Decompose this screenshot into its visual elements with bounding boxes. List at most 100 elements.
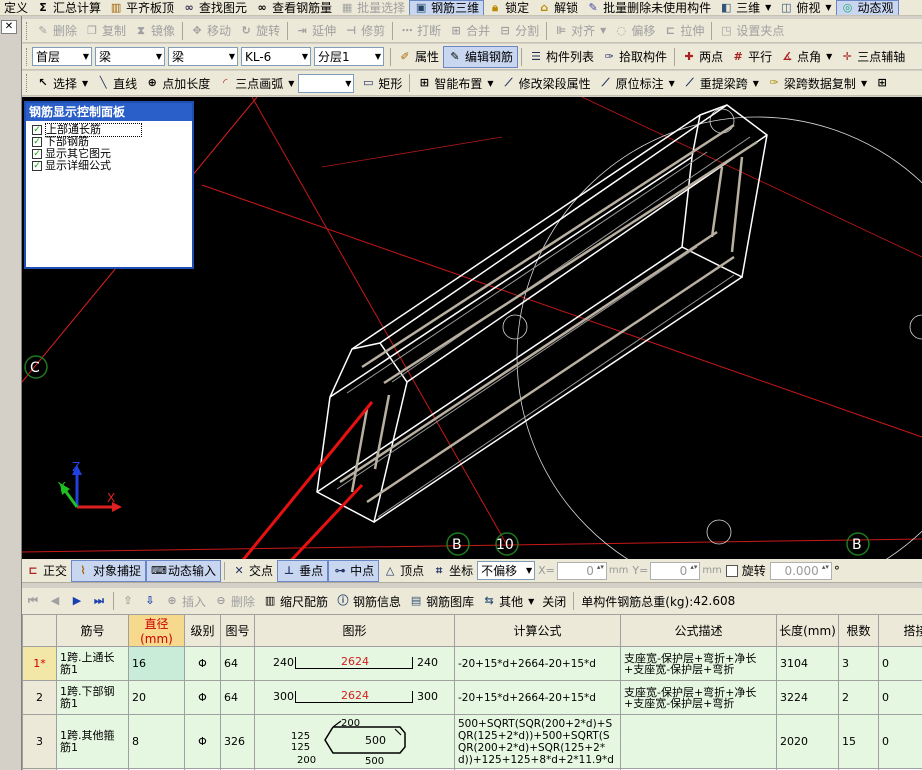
header-length[interactable]: 长度(mm) (776, 614, 839, 647)
cell-shape-no[interactable]: 326 (220, 714, 255, 769)
summary-calc-button[interactable]: Σ 汇总计算 (32, 0, 105, 16)
rebar-library-button[interactable]: ▤ 钢筋图库 (405, 590, 478, 612)
last-record-button[interactable]: ⏭ (88, 590, 110, 612)
delete-button[interactable]: ✎ 删除 (32, 20, 81, 42)
two-point-button[interactable]: ✚ 两点 (678, 46, 727, 68)
cell-lap[interactable]: 0 (878, 680, 922, 715)
rectangle-button[interactable]: ▭ 矩形 (357, 72, 406, 94)
split-button[interactable]: ⊟ 分割 (494, 20, 543, 42)
cell-shape-no[interactable]: 64 (220, 680, 255, 715)
coordinate-snap-button[interactable]: ⌗ 坐标 (428, 560, 477, 582)
cell-diameter[interactable]: 20 (128, 680, 185, 715)
close-icon[interactable]: ✕ (1, 20, 17, 34)
vertex-snap-button[interactable]: △ 顶点 (379, 560, 428, 582)
break-button[interactable]: ⋯ 打断 (396, 20, 445, 42)
ortho-button[interactable]: ⊏ 正交 (22, 560, 71, 582)
floor-select[interactable]: 首层 ▼ (32, 47, 92, 66)
object-snap-button[interactable]: ⌇ 对象捕捉 (71, 559, 147, 582)
set-grip-button[interactable]: ◳ 设置夹点 (715, 20, 788, 42)
first-record-button[interactable]: ⏮ (22, 590, 44, 612)
cell-lap[interactable]: 0 (878, 714, 922, 769)
edit-rebar-button[interactable]: ✎ 编辑钢筋 (443, 45, 519, 68)
cell-shape[interactable]: 200 125 125 500 200 500 (254, 714, 455, 769)
toolbar-grip[interactable] (26, 74, 29, 92)
cell-bar-name[interactable]: 1跨.上通长筋1 (56, 646, 129, 681)
header-grade[interactable]: 级别 (184, 614, 221, 647)
cell-shape[interactable]: 300 2624 300 (254, 680, 455, 715)
in-situ-label-dropdown[interactable]: ⟋ 原位标注 ▼ (595, 72, 679, 94)
category-select[interactable]: 梁 ▼ (95, 47, 165, 66)
header-lap[interactable]: 搭接 (878, 614, 922, 647)
next-record-button[interactable]: ▶ (66, 590, 88, 612)
pick-element-button[interactable]: ✑ 拾取构件 (598, 46, 671, 68)
cell-formula-desc[interactable]: 支座宽-保护层+弯折+净长+支座宽-保护层+弯折 (620, 646, 777, 681)
header-bar-no[interactable]: 筋号 (56, 614, 129, 647)
three-point-aux-axis-button[interactable]: ✛ 三点辅轴 (836, 46, 909, 68)
move-up-button[interactable]: ⇧ (117, 590, 139, 612)
point-length-button[interactable]: ⊕ 点加长度 (141, 72, 214, 94)
delete-row-button[interactable]: ⊖ 删除 (210, 590, 259, 612)
extend-button[interactable]: ⇥ 延伸 (291, 20, 340, 42)
point-angle-dropdown[interactable]: ∡ 点角 ▼ (776, 46, 836, 68)
three-point-arc-dropdown[interactable]: ◜ 三点画弧 ▼ (214, 72, 298, 94)
line-button[interactable]: ╲ 直线 (92, 72, 141, 94)
cell-count[interactable]: 15 (838, 714, 879, 769)
element-list-button[interactable]: ☰ 构件列表 (525, 46, 598, 68)
find-element-button[interactable]: ∞ 查找图元 (178, 0, 251, 16)
cell-formula[interactable]: 500+SQRT(SQR(200+2*d)+SQR(125+2*d))+500+… (454, 714, 621, 769)
header-count[interactable]: 根数 (838, 614, 879, 647)
unlock-button[interactable]: ⌂ 解锁 (533, 0, 582, 16)
cell-shape-no[interactable]: 64 (220, 646, 255, 681)
rotate-input[interactable]: 0.000 (769, 561, 832, 580)
table-row[interactable]: 1* 1跨.上通长筋1 16 Φ 64 240 2624 240 -20+15*… (22, 646, 922, 681)
type-select[interactable]: 梁 ▼ (168, 47, 238, 66)
mirror-button[interactable]: ⧗ 镜像 (130, 20, 179, 42)
top-view-dropdown[interactable]: ◫ 俯视 ▼ (775, 0, 835, 16)
toolbar-grip[interactable] (26, 47, 29, 66)
midpoint-snap-button[interactable]: ⊶ 中点 (328, 559, 380, 582)
rotate-button[interactable]: ↻ 旋转 (235, 20, 284, 42)
checkbox-detail-formula[interactable]: ✓ 显示详细公式 (32, 160, 192, 172)
y-input[interactable]: 0 (650, 561, 701, 580)
cell-count[interactable]: 2 (838, 680, 879, 715)
cell-bar-name[interactable]: 1跨.下部钢筋1 (56, 680, 129, 715)
offset-button[interactable]: ◌ 偏移 (610, 20, 659, 42)
offset-select[interactable]: 不偏移 ▼ (477, 561, 536, 580)
prev-record-button[interactable]: ◀ (44, 590, 66, 612)
cell-length[interactable]: 3104 (776, 646, 839, 681)
intersection-snap-button[interactable]: ✕ 交点 (228, 560, 277, 582)
cell-grade[interactable]: Φ (184, 714, 221, 769)
header-diameter[interactable]: 直径(mm) (128, 614, 185, 647)
rebar-info-button[interactable]: ⓘ 钢筋信息 (332, 590, 405, 612)
cell-grade[interactable]: Φ (184, 646, 221, 681)
row-number[interactable]: 1* (22, 646, 57, 681)
move-down-button[interactable]: ⇩ (139, 590, 161, 612)
parallel-button[interactable]: # 平行 (727, 46, 776, 68)
view-rebar-qty-button[interactable]: ∞ 查看钢筋量 (251, 0, 336, 16)
close-grid-button[interactable]: 关闭 (538, 590, 570, 612)
merge-button[interactable]: ⊞ 合并 (445, 20, 494, 42)
cell-count[interactable]: 3 (838, 646, 879, 681)
move-button[interactable]: ✥ 移动 (186, 20, 235, 42)
perpendicular-snap-button[interactable]: ⊥ 垂点 (277, 559, 329, 582)
select-dropdown[interactable]: ↖ 选择 ▼ (32, 72, 92, 94)
cell-length[interactable]: 3224 (776, 680, 839, 715)
rotate-checkbox[interactable] (725, 564, 738, 577)
table-row[interactable]: 3 1跨.其他箍筋1 8 Φ 326 200 125 125 500 200 5… (22, 714, 922, 769)
x-input[interactable]: 0 (556, 561, 607, 580)
align-dropdown[interactable]: ⊫ 对齐 ▼ (550, 20, 610, 42)
row-number[interactable]: 3 (22, 714, 57, 769)
smart-place-dropdown[interactable]: ⊞ 智能布置 ▼ (413, 72, 497, 94)
copy-button[interactable]: ❐ 复制 (81, 20, 130, 42)
cell-bar-name[interactable]: 1跨.其他箍筋1 (56, 714, 129, 769)
properties-button[interactable]: ✐ 属性 (394, 46, 443, 68)
element-select[interactable]: KL-6 ▼ (241, 47, 311, 66)
layer-select[interactable]: 分层1 ▼ (314, 47, 384, 66)
insert-row-button[interactable]: ⊕ 插入 (161, 590, 210, 612)
arc-mode-select[interactable]: ▼ (298, 73, 355, 93)
lock-button[interactable]: 🔒︎ 锁定 (484, 0, 533, 16)
modify-beam-segment-button[interactable]: ⟋ 修改梁段属性 (498, 72, 595, 94)
cell-shape[interactable]: 240 2624 240 (254, 646, 455, 681)
span-data-copy-dropdown[interactable]: ✑ 梁跨数据复制 ▼ (763, 72, 871, 94)
header-shape[interactable]: 图形 (254, 614, 455, 647)
